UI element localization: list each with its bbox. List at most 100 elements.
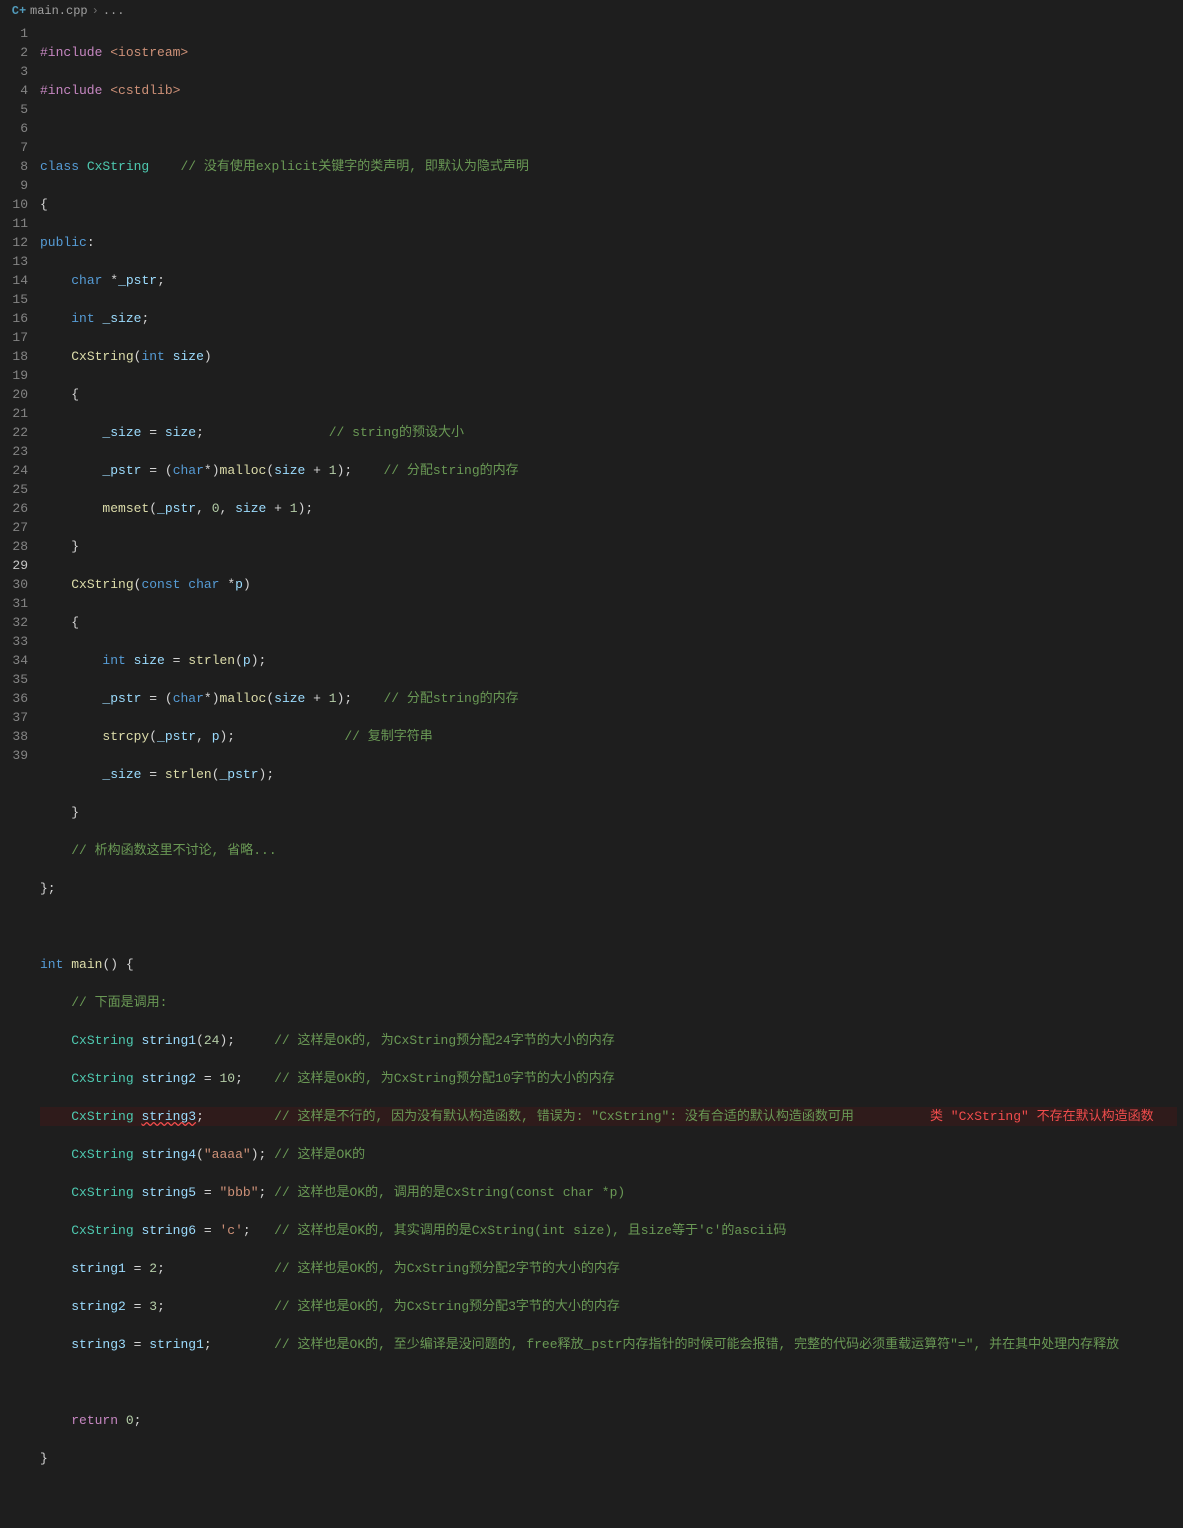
- comment: // 这样也是OK的, 至少编译是没问题的, free释放_pstr内存指针的时…: [274, 1337, 1119, 1352]
- line-number: 19: [0, 366, 28, 385]
- breadcrumb[interactable]: C+ main.cpp › ...: [0, 0, 1183, 22]
- code-line[interactable]: CxString(const char *p): [40, 575, 1177, 594]
- keyword: int: [141, 349, 164, 364]
- cpp-file-icon: C+: [12, 4, 26, 18]
- comment: // 这样也是OK的, 为CxString预分配2字节的大小的内存: [274, 1261, 620, 1276]
- code-line[interactable]: _pstr = (char*)malloc(size + 1); // 分配st…: [40, 461, 1177, 480]
- number: 1: [329, 691, 337, 706]
- code-line[interactable]: {: [40, 385, 1177, 404]
- include-path: <iostream>: [102, 45, 188, 60]
- number: 24: [204, 1033, 220, 1048]
- line-number: 22: [0, 423, 28, 442]
- code-line[interactable]: strcpy(_pstr, p); // 复制字符串: [40, 727, 1177, 746]
- code-line[interactable]: #include <iostream>: [40, 43, 1177, 62]
- line-number: 12: [0, 233, 28, 252]
- line-number: 24: [0, 461, 28, 480]
- line-number: 2: [0, 43, 28, 62]
- breadcrumb-rest[interactable]: ...: [103, 4, 125, 18]
- code-line[interactable]: }: [40, 1449, 1177, 1468]
- line-number: 27: [0, 518, 28, 537]
- line-number: 33: [0, 632, 28, 651]
- comment: // 析构函数这里不讨论, 省略...: [71, 843, 276, 858]
- code-line[interactable]: _size = strlen(_pstr);: [40, 765, 1177, 784]
- code-line[interactable]: [40, 917, 1177, 936]
- function-call: memset: [102, 501, 149, 516]
- line-number: 34: [0, 651, 28, 670]
- variable: _pstr: [102, 691, 141, 706]
- variable: string2: [141, 1071, 196, 1086]
- function-call: malloc: [220, 463, 267, 478]
- variable: string4: [141, 1147, 196, 1162]
- code-line[interactable]: [40, 1373, 1177, 1392]
- comment: // 下面是调用:: [71, 995, 167, 1010]
- keyword: class: [40, 159, 79, 174]
- line-number: 36: [0, 689, 28, 708]
- keyword: char: [71, 273, 102, 288]
- keyword: const: [141, 577, 180, 592]
- breadcrumb-file[interactable]: main.cpp: [30, 4, 88, 18]
- parameter: p: [235, 577, 243, 592]
- code-line[interactable]: CxString string4("aaaa"); // 这样是OK的: [40, 1145, 1177, 1164]
- code-line[interactable]: memset(_pstr, 0, size + 1);: [40, 499, 1177, 518]
- code-line[interactable]: }: [40, 537, 1177, 556]
- variable: size: [235, 501, 266, 516]
- code-line[interactable]: CxString string5 = "bbb"; // 这样也是OK的, 调用…: [40, 1183, 1177, 1202]
- variable: string3: [71, 1337, 126, 1352]
- code-line[interactable]: #include <cstdlib>: [40, 81, 1177, 100]
- number: 0: [126, 1413, 134, 1428]
- line-number: 15: [0, 290, 28, 309]
- code-line[interactable]: CxString(int size): [40, 347, 1177, 366]
- comment: // 分配string的内存: [383, 691, 518, 706]
- code-line[interactable]: {: [40, 195, 1177, 214]
- comment: // 这样也是OK的, 为CxString预分配3字节的大小的内存: [274, 1299, 620, 1314]
- number: 0: [212, 501, 220, 516]
- code-line[interactable]: string2 = 3; // 这样也是OK的, 为CxString预分配3字节…: [40, 1297, 1177, 1316]
- code-area[interactable]: #include <iostream> #include <cstdlib> c…: [40, 22, 1177, 764]
- code-line[interactable]: CxString string6 = 'c'; // 这样也是OK的, 其实调用…: [40, 1221, 1177, 1240]
- number: 1: [329, 463, 337, 478]
- keyword: char: [173, 463, 204, 478]
- comment: // 这样也是OK的, 调用的是CxString(const char *p): [274, 1185, 625, 1200]
- code-line[interactable]: string3 = string1; // 这样也是OK的, 至少编译是没问题的…: [40, 1335, 1177, 1354]
- function-call: malloc: [220, 691, 267, 706]
- code-line[interactable]: char *_pstr;: [40, 271, 1177, 290]
- type-name: CxString: [71, 1071, 133, 1086]
- code-line[interactable]: };: [40, 879, 1177, 898]
- variable: _size: [102, 767, 141, 782]
- code-line[interactable]: [40, 119, 1177, 138]
- code-line[interactable]: // 析构函数这里不讨论, 省略...: [40, 841, 1177, 860]
- code-line[interactable]: {: [40, 613, 1177, 632]
- code-line[interactable]: public:: [40, 233, 1177, 252]
- code-line[interactable]: int size = strlen(p);: [40, 651, 1177, 670]
- code-line[interactable]: CxString string1(24); // 这样是OK的, 为CxStri…: [40, 1031, 1177, 1050]
- line-number: 8: [0, 157, 28, 176]
- minimap[interactable]: [1177, 22, 1183, 764]
- code-line[interactable]: class CxString // 没有使用explicit关键字的类声明, 即…: [40, 157, 1177, 176]
- code-line[interactable]: string1 = 2; // 这样也是OK的, 为CxString预分配2字节…: [40, 1259, 1177, 1278]
- code-line-error[interactable]: CxString string3; // 这样是不行的, 因为没有默认构造函数,…: [40, 1107, 1177, 1126]
- code-line[interactable]: int main() {: [40, 955, 1177, 974]
- line-number: 6: [0, 119, 28, 138]
- keyword: int: [71, 311, 94, 326]
- line-number: 16: [0, 309, 28, 328]
- code-line[interactable]: int _size;: [40, 309, 1177, 328]
- code-editor[interactable]: 1234567891011121314151617181920212223242…: [0, 22, 1183, 764]
- include-path: <cstdlib>: [102, 83, 180, 98]
- code-line[interactable]: return 0;: [40, 1411, 1177, 1430]
- code-line[interactable]: // 下面是调用:: [40, 993, 1177, 1012]
- line-number: 18: [0, 347, 28, 366]
- code-line[interactable]: [40, 1487, 1177, 1506]
- function-call: strlen: [188, 653, 235, 668]
- variable-error: string3: [141, 1109, 196, 1124]
- comment: // string的预设大小: [329, 425, 464, 440]
- code-line[interactable]: _pstr = (char*)malloc(size + 1); // 分配st…: [40, 689, 1177, 708]
- code-line[interactable]: }: [40, 803, 1177, 822]
- code-line[interactable]: _size = size; // string的预设大小: [40, 423, 1177, 442]
- code-line[interactable]: CxString string2 = 10; // 这样是OK的, 为CxStr…: [40, 1069, 1177, 1088]
- variable: _size: [102, 311, 141, 326]
- type-name: CxString: [87, 159, 149, 174]
- line-number: 39: [0, 746, 28, 765]
- line-number: 3: [0, 62, 28, 81]
- variable: size: [134, 653, 165, 668]
- variable: string5: [141, 1185, 196, 1200]
